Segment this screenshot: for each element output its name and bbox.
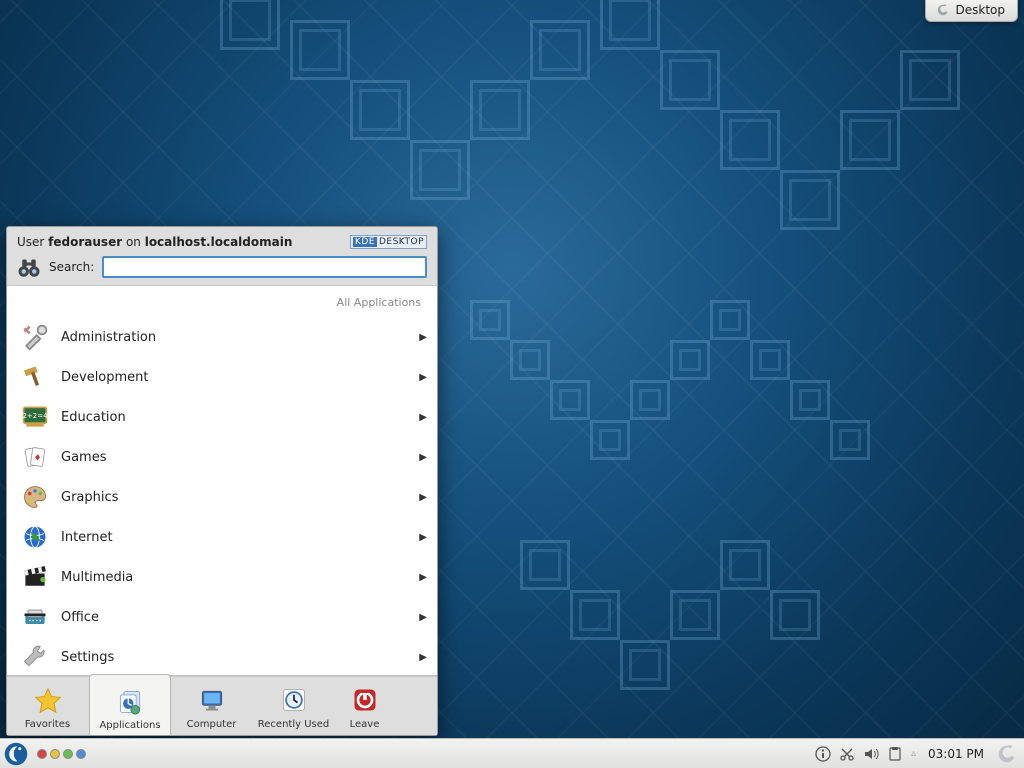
panel-cashew-icon[interactable] [996, 743, 1018, 765]
chevron-right-icon: ▶ [419, 412, 427, 423]
category-label: Multimedia [61, 570, 407, 585]
category-item-internet[interactable]: Internet ▶ [7, 517, 437, 557]
tray-clipboard-icon[interactable] [887, 746, 903, 762]
panel-clock[interactable]: 03:01 PM [924, 747, 988, 761]
hammer-icon [21, 363, 49, 391]
category-item-games[interactable]: ♦ Games ▶ [7, 437, 437, 477]
pager-desktop-3[interactable] [63, 749, 73, 759]
chevron-right-icon: ▶ [419, 652, 427, 663]
chevron-right-icon: ▶ [419, 572, 427, 583]
category-item-settings[interactable]: Settings ▶ [7, 637, 437, 675]
category-list-scroll[interactable]: Administration ▶ Development ▶ 2+2=4 Educatio… [7, 317, 437, 675]
kickoff-header: User fedorauser on localhost.localdomain… [7, 227, 437, 285]
category-label: Settings [61, 650, 407, 665]
kde-desktop-badge: KDEDESKTOP [350, 235, 427, 249]
chevron-right-icon: ▶ [419, 452, 427, 463]
chalkboard-icon: 2+2=4 [21, 403, 49, 431]
tab-computer[interactable]: Computer [171, 677, 253, 735]
category-item-education[interactable]: 2+2=4 Education ▶ [7, 397, 437, 437]
tab-label: Favorites [25, 719, 70, 730]
tab-applications[interactable]: Applications [89, 674, 171, 735]
category-item-graphics[interactable]: Graphics ▶ [7, 477, 437, 517]
kickoff-menu: User fedorauser on localhost.localdomain… [6, 226, 438, 736]
user-prefix: User [17, 235, 48, 249]
svg-text:♦: ♦ [33, 453, 42, 464]
chevron-right-icon: ▶ [419, 532, 427, 543]
category-label: Development [61, 370, 407, 385]
palette-icon [21, 483, 49, 511]
category-label: Graphics [61, 490, 407, 505]
category-item-administration[interactable]: Administration ▶ [7, 317, 437, 357]
kickoff-launcher-button[interactable] [2, 741, 30, 767]
clock-icon [277, 683, 311, 717]
user-host-line: User fedorauser on localhost.localdomain… [17, 235, 427, 249]
apps-icon [113, 684, 147, 718]
tab-label: Applications [99, 720, 160, 731]
pager-desktop-2[interactable] [50, 749, 60, 759]
category-label: Internet [61, 530, 407, 545]
category-item-multimedia[interactable]: Multimedia ▶ [7, 557, 437, 597]
chevron-right-icon: ▶ [419, 612, 427, 623]
kickoff-tabs: Favorites Applications Computer Recently Us… [7, 676, 437, 735]
desktop-pager[interactable] [37, 749, 86, 759]
tray-expand-icon[interactable]: ▵ [911, 748, 916, 759]
breadcrumb[interactable]: All Applications [7, 286, 437, 317]
chevron-right-icon: ▶ [419, 372, 427, 383]
category-item-development[interactable]: Development ▶ [7, 357, 437, 397]
cards-icon: ♦ [21, 443, 49, 471]
category-label: Education [61, 410, 407, 425]
typewriter-icon [21, 603, 49, 631]
tab-label: Leave [350, 719, 380, 730]
user-middle: on [122, 235, 145, 249]
category-item-office[interactable]: Office ▶ [7, 597, 437, 637]
power-icon [348, 683, 382, 717]
host-name: localhost.localdomain [145, 235, 293, 249]
search-input[interactable] [102, 256, 427, 278]
search-label: Search: [49, 260, 94, 274]
category-label: Office [61, 610, 407, 625]
pager-desktop-4[interactable] [76, 749, 86, 759]
globe-icon [21, 523, 49, 551]
category-label: Administration [61, 330, 407, 345]
tray-volume-icon[interactable] [863, 746, 879, 762]
tab-favorites[interactable]: Favorites [7, 677, 89, 735]
desktop-toolbox-label: Desktop [956, 3, 1006, 17]
chevron-right-icon: ▶ [419, 492, 427, 503]
tab-label: Computer [187, 719, 237, 730]
tab-recently-used[interactable]: Recently Used [253, 677, 335, 735]
star-icon [31, 683, 65, 717]
tab-leave[interactable]: Leave [335, 677, 395, 735]
tab-label: Recently Used [258, 719, 329, 730]
user-name: fedorauser [48, 235, 122, 249]
binoculars-icon [17, 255, 41, 279]
pager-desktop-1[interactable] [37, 749, 47, 759]
kickoff-body: All Applications Administration▶Developm… [7, 285, 437, 676]
chevron-right-icon: ▶ [419, 332, 427, 343]
clapper-icon [21, 563, 49, 591]
tray-scissors-icon[interactable] [839, 746, 855, 762]
wrench-icon [21, 643, 49, 671]
tray-info-icon[interactable] [815, 746, 831, 762]
cashew-icon [936, 3, 950, 17]
monitor-icon [195, 683, 229, 717]
tools-icon [21, 323, 49, 351]
svg-text:2+2=4: 2+2=4 [22, 412, 48, 420]
task-panel: ▵ 03:01 PM [0, 738, 1024, 768]
desktop-toolbox-button[interactable]: Desktop [925, 0, 1019, 22]
category-list: Administration ▶ Development ▶ 2+2=4 Educatio… [7, 317, 437, 675]
category-label: Games [61, 450, 407, 465]
